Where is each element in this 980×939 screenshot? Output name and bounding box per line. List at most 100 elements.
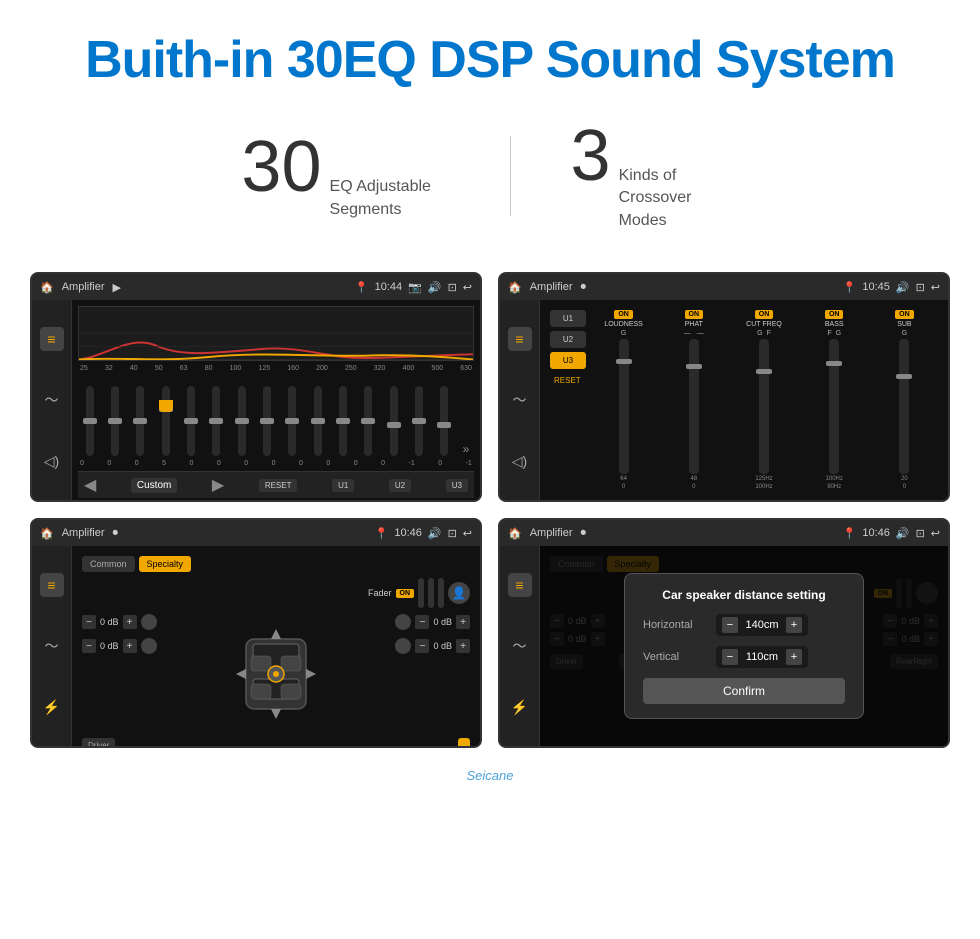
fader-on-badge[interactable]: ON xyxy=(396,589,415,598)
slider-thumb-10[interactable] xyxy=(311,418,325,424)
phat-toggle[interactable]: ON xyxy=(685,310,704,319)
bass-thumb[interactable] xyxy=(826,361,842,366)
vol-plus-rr[interactable]: + xyxy=(456,639,470,653)
slider-thumb-5[interactable] xyxy=(184,418,198,424)
bass-slider[interactable] xyxy=(829,339,839,474)
loudness-thumb[interactable] xyxy=(616,359,632,364)
horizontal-plus[interactable]: + xyxy=(786,617,802,633)
screen-distance: 🏠 Amplifier ⏺ 📍 10:46 🔊 ⊡ ↩ ≡ 〜 ⚡ xyxy=(498,518,950,748)
reset-btn[interactable]: RESET xyxy=(259,479,298,492)
vol-minus-rl[interactable]: − xyxy=(82,639,96,653)
eq-icon4[interactable]: ≡ xyxy=(508,573,532,597)
slider-track-4[interactable] xyxy=(162,386,170,456)
wave-icon3[interactable]: 〜 xyxy=(40,634,64,658)
topbar1-right: 📍 10:44 📷 🔊 ⊡ ↩ xyxy=(355,281,472,294)
eq-icon3[interactable]: ≡ xyxy=(40,573,64,597)
vol-plus-fr[interactable]: + xyxy=(456,615,470,629)
phat-label: PHAT xyxy=(685,321,703,328)
slider-thumb-14[interactable] xyxy=(412,418,426,424)
wave-icon2[interactable]: 〜 xyxy=(508,388,532,412)
specialty-tab[interactable]: Specialty xyxy=(139,556,192,572)
bass-toggle[interactable]: ON xyxy=(825,310,844,319)
cutfreq-thumb[interactable] xyxy=(756,369,772,374)
vol-db-rl: 0 dB xyxy=(100,641,119,651)
eq-icon[interactable]: ≡ xyxy=(40,327,64,351)
screen-eq: 🏠 Amplifier ▶ 📍 10:44 📷 🔊 ⊡ ↩ ≡ 〜 ◁) xyxy=(30,272,482,502)
vol-plus-rl[interactable]: + xyxy=(123,639,137,653)
slider-thumb-11[interactable] xyxy=(336,418,350,424)
sub-thumb[interactable] xyxy=(896,374,912,379)
vertical-plus[interactable]: + xyxy=(786,649,802,665)
home-icon[interactable]: 🏠 xyxy=(40,281,54,294)
bass-bot: 100Hz xyxy=(826,476,843,482)
driver-btn[interactable]: Driver xyxy=(82,738,115,748)
phat-slider[interactable] xyxy=(689,339,699,474)
bt-icon3[interactable]: ⚡ xyxy=(40,695,64,719)
phat-bot2: 0 xyxy=(692,484,695,490)
prev-icon[interactable]: ◀ xyxy=(84,475,96,495)
stats-row: 30 EQ Adjustable Segments 3 Kinds of Cro… xyxy=(0,110,980,262)
back-icon3[interactable]: ↩ xyxy=(463,527,472,540)
slider-thumb-1[interactable] xyxy=(83,418,97,424)
home-icon3[interactable]: 🏠 xyxy=(40,527,54,540)
slider-thumb-3[interactable] xyxy=(133,418,147,424)
slider-thumb-4[interactable] xyxy=(159,406,173,412)
loudness-slider[interactable] xyxy=(619,339,629,474)
vertical-minus[interactable]: − xyxy=(722,649,738,665)
preset-u2[interactable]: U2 xyxy=(550,331,586,348)
eq-icon2[interactable]: ≡ xyxy=(508,327,532,351)
back-icon4[interactable]: ↩ xyxy=(931,527,940,540)
cutfreq-toggle[interactable]: ON xyxy=(755,310,774,319)
crossover-reset-btn[interactable]: RESET xyxy=(550,373,586,388)
horizontal-minus[interactable]: − xyxy=(722,617,738,633)
slider-thumb-8[interactable] xyxy=(260,418,274,424)
u3-btn[interactable]: U3 xyxy=(446,479,468,492)
profile-icon[interactable]: 👤 xyxy=(448,582,470,604)
right-vol-controls: − 0 dB + − 0 dB + xyxy=(395,614,470,658)
slider-thumb-15[interactable] xyxy=(437,422,451,428)
vol-down-icon2[interactable]: ◁) xyxy=(508,449,532,473)
vol-plus-fl[interactable]: + xyxy=(123,615,137,629)
preset-u3[interactable]: U3 xyxy=(550,352,586,369)
back-icon2[interactable]: ↩ xyxy=(931,281,940,294)
fader-sliders xyxy=(418,578,444,608)
vol-minus-fl[interactable]: − xyxy=(82,615,96,629)
slider-thumb-9[interactable] xyxy=(285,418,299,424)
vol-minus-fr[interactable]: − xyxy=(415,615,429,629)
slider-thumb-13[interactable] xyxy=(387,422,401,428)
sub-toggle[interactable]: ON xyxy=(895,310,914,319)
slider-col-2 xyxy=(103,386,126,456)
loudness-toggle[interactable]: ON xyxy=(614,310,633,319)
next-icon[interactable]: ▶ xyxy=(212,475,224,495)
slider-thumb-12[interactable] xyxy=(361,418,375,424)
preset-u1[interactable]: U1 xyxy=(550,310,586,327)
u2-btn[interactable]: U2 xyxy=(389,479,411,492)
slider-thumb-6[interactable] xyxy=(209,418,223,424)
fader-slider-3[interactable] xyxy=(438,578,444,608)
fader-slider-2[interactable] xyxy=(428,578,434,608)
wave-icon4[interactable]: 〜 xyxy=(508,634,532,658)
vol-minus-rr[interactable]: − xyxy=(415,639,429,653)
slider-track-2[interactable] xyxy=(111,386,119,456)
home-icon2[interactable]: 🏠 xyxy=(508,281,522,294)
slider-thumb-2[interactable] xyxy=(108,418,122,424)
slider-track-1[interactable] xyxy=(86,386,94,456)
screen-specialty: 🏠 Amplifier ⏺ 📍 10:46 🔊 ⊡ ↩ ≡ 〜 ⚡ xyxy=(30,518,482,748)
cutfreq-slider[interactable] xyxy=(759,339,769,474)
u1-btn[interactable]: U1 xyxy=(332,479,354,492)
vol-down-icon[interactable]: ◁) xyxy=(40,449,64,473)
back-icon[interactable]: ↩ xyxy=(463,281,472,294)
horizontal-ctrl: − 140cm + xyxy=(716,614,808,636)
confirm-button[interactable]: Confirm xyxy=(643,678,845,704)
expand-arrow[interactable]: » xyxy=(458,442,474,456)
slider-thumb-7[interactable] xyxy=(235,418,249,424)
wave-icon[interactable]: 〜 xyxy=(40,388,64,412)
phat-thumb[interactable] xyxy=(686,364,702,369)
sub-slider[interactable] xyxy=(899,339,909,474)
common-tab[interactable]: Common xyxy=(82,556,135,572)
fader-slider-1[interactable] xyxy=(418,578,424,608)
screen4-sidebar: ≡ 〜 ⚡ xyxy=(500,546,540,746)
slider-track-3[interactable] xyxy=(136,386,144,456)
home-icon4[interactable]: 🏠 xyxy=(508,527,522,540)
bt-icon4[interactable]: ⚡ xyxy=(508,695,532,719)
